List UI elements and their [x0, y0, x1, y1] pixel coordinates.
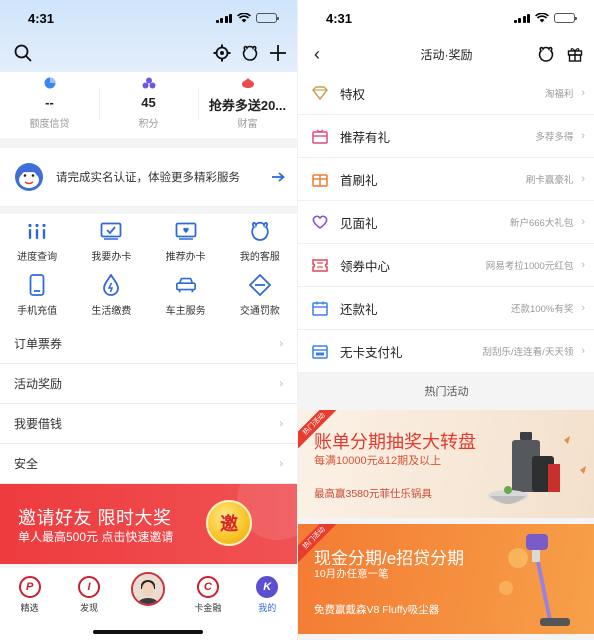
tab-featured[interactable]: P 精选 [5, 576, 55, 640]
stat-wealth[interactable]: 抢券多送20... 财富 [198, 72, 297, 138]
car-icon [175, 274, 197, 296]
status-time: 4:31 [326, 10, 353, 26]
vacuum-cleaner-image [499, 534, 570, 626]
pie-icon [44, 76, 56, 90]
list-item-first-swipe[interactable]: 首刷礼 刷卡赢豪礼 › [298, 158, 594, 201]
recommend-card-icon [175, 220, 197, 242]
tab-mine[interactable]: K 我的 [242, 576, 292, 640]
promo-card-installment-lottery[interactable]: 热门活动 账单分期抽奖大转盘 每满10000元&12期及以上 最高赢3580元菲… [298, 410, 594, 518]
list-item-referral[interactable]: 推荐有礼 多荐多得 › [298, 115, 594, 158]
invite-coin-icon: 邀 [206, 500, 252, 546]
calendar-icon [312, 300, 328, 316]
arrow-right-icon[interactable] [271, 171, 285, 183]
chevron-right-icon: › [279, 337, 283, 350]
mine-icon: K [256, 576, 279, 598]
banner-subtitle: 单人最高500元 点击快速邀请 [18, 530, 174, 544]
grid-progress[interactable]: 进度查询 [0, 220, 74, 274]
grid-customer-service[interactable]: 我的客服 [223, 220, 297, 274]
wifi-icon [237, 13, 251, 23]
traffic-icon [248, 274, 271, 296]
home-indicator [93, 630, 203, 634]
verify-banner[interactable]: 请完成实名认证，体验更多精彩服务 [0, 148, 297, 206]
back-chevron-icon[interactable]: ‹ [314, 44, 320, 65]
reward-list: 特权 淘福利 › 推荐有礼 多荐多得 › 首刷礼 刷卡赢豪礼 › 见面礼 新户6… [298, 72, 594, 373]
chevron-right-icon: › [279, 377, 283, 390]
card-icon [100, 220, 122, 242]
chevron-right-icon: › [581, 130, 585, 142]
points-icon [142, 76, 156, 90]
phone-icon [26, 274, 48, 296]
battery-icon [256, 13, 279, 23]
grid-car-service[interactable]: 车主服务 [149, 274, 223, 328]
chevron-right-icon: › [581, 259, 585, 271]
progress-icon [26, 220, 48, 242]
service-icon [249, 220, 271, 242]
chevron-right-icon: › [279, 457, 283, 470]
chevron-right-icon: › [581, 173, 585, 185]
row-security[interactable]: 安全 › [0, 444, 297, 484]
add-icon[interactable] [269, 44, 287, 62]
grid-apply-card[interactable]: 我要办卡 [74, 220, 148, 274]
featured-icon: P [18, 576, 41, 598]
search-icon[interactable] [14, 44, 32, 62]
list-item-coupon-center[interactable]: 领券中心 网易考拉1000元红包 › [298, 244, 594, 287]
list-item-cardless-pay[interactable]: 无卡支付礼 刮刮乐/连连看/天天领 › [298, 330, 594, 373]
header: 4:31 [0, 0, 297, 72]
promo-card-cash-installment[interactable]: 热门活动 现金分期/e招贷分期 10月办任意一笔 免费赢戴森V8 Fluffy吸… [298, 524, 594, 634]
battery-icon [554, 13, 577, 23]
grid-recommend-card[interactable]: 推荐办卡 [149, 220, 223, 274]
water-drop-icon [100, 274, 122, 296]
wealth-icon [241, 76, 255, 90]
chevron-right-icon: › [581, 87, 585, 99]
gift-icon[interactable] [567, 46, 583, 62]
gear-icon[interactable] [213, 44, 231, 62]
verify-text: 请完成实名认证，体验更多精彩服务 [56, 172, 240, 184]
cardless-pay-icon [312, 343, 328, 359]
header: 4:31 ‹ 活动·奖励 [298, 0, 594, 72]
first-swipe-gift-icon [312, 171, 328, 187]
heart-icon [312, 214, 328, 230]
row-activity-rewards[interactable]: 活动奖励 › [0, 364, 297, 404]
nav-bar: ‹ 活动·奖励 [298, 42, 594, 66]
status-time: 4:31 [28, 10, 55, 26]
suitcase-cookware-image [488, 432, 586, 504]
list-item-privilege[interactable]: 特权 淘福利 › [298, 72, 594, 115]
invite-banner[interactable]: 邀请好友 限时大奖 单人最高500元 点击快速邀请 邀 [0, 484, 297, 564]
chevron-right-icon: › [581, 302, 585, 314]
diamond-icon [312, 85, 328, 101]
chevron-right-icon: › [279, 417, 283, 430]
avatar [131, 572, 166, 606]
right-screen: 4:31 ‹ 活动·奖励 特权 淘福利 › 推荐有礼 多荐多得 › 首刷礼 刷卡… [298, 0, 594, 640]
account-stats: -- 额度信贷 45 积分 抢券多送20... 财富 [0, 72, 297, 138]
card-finance-icon: C [196, 576, 219, 598]
grid-traffic-fine[interactable]: 交通罚款 [223, 274, 297, 328]
page-title: 活动·奖励 [420, 47, 473, 62]
discover-icon: I [78, 576, 101, 598]
service-bot-icon[interactable] [537, 45, 555, 63]
stat-points[interactable]: 45 积分 [99, 72, 198, 138]
chevron-right-icon: › [581, 345, 585, 357]
mascot-avatar-icon [15, 163, 43, 191]
stat-credit[interactable]: -- 额度信贷 [0, 72, 99, 138]
signal-icon [513, 13, 530, 23]
service-bot-icon[interactable] [241, 44, 259, 62]
status-bar: 4:31 [0, 0, 297, 36]
list-item-repayment[interactable]: 还款礼 还款100%有奖 › [298, 287, 594, 330]
service-grid: 进度查询 我要办卡 推荐办卡 我的客服 手机充值 生活缴费 车主服务 交通罚款 [0, 214, 297, 328]
chevron-right-icon: › [581, 216, 585, 228]
row-orders[interactable]: 订单票券 › [0, 324, 297, 364]
signal-icon [215, 13, 232, 23]
grid-utilities[interactable]: 生活缴费 [74, 274, 148, 328]
gift-box-icon [312, 128, 328, 144]
left-screen: 4:31 -- 额度信贷 45 积分 抢券多送20... 财富 请完成实名认证，… [0, 0, 297, 640]
banner-title: 邀请好友 限时大奖 [18, 508, 172, 528]
hot-activities-heading: 热门活动 [298, 373, 594, 409]
list-item-welcome[interactable]: 见面礼 新户666大礼包 › [298, 201, 594, 244]
status-bar: 4:31 [298, 0, 594, 36]
tab-bar: P 精选 I 发现 C 卡金融 K 我的 [0, 568, 297, 640]
row-borrow[interactable]: 我要借钱 › [0, 404, 297, 444]
wifi-icon [535, 13, 549, 23]
coupon-icon [312, 257, 328, 273]
grid-phone-topup[interactable]: 手机充值 [0, 274, 74, 328]
